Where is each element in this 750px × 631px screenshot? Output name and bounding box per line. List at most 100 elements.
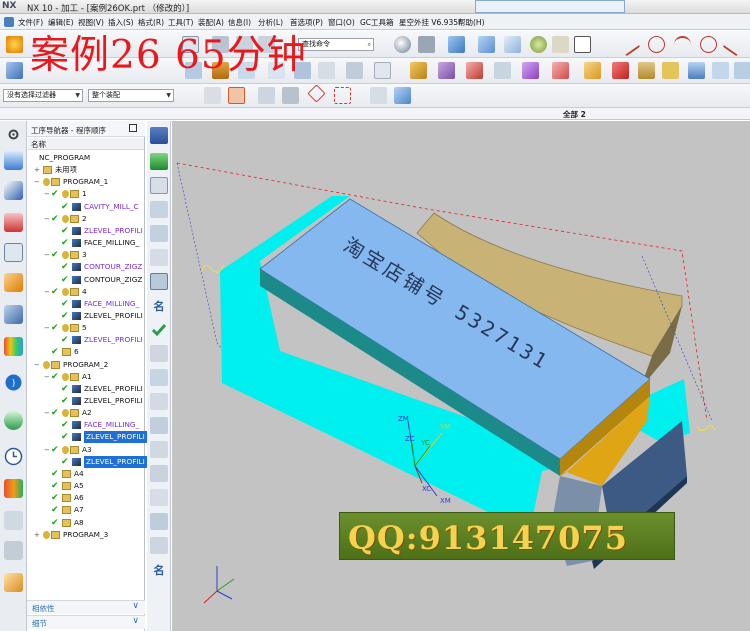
probe-icon[interactable] [150,465,168,482]
properties-icon[interactable] [150,513,168,530]
manufacturing-wizard-icon[interactable] [4,541,23,560]
tree-row[interactable]: ✔ CONTOUR_ZIGZ [28,261,144,273]
info-icon[interactable] [150,537,168,554]
point-snap-icon[interactable] [307,84,326,103]
collapse-icon[interactable]: − [34,359,42,371]
system-materials-icon[interactable] [4,479,23,498]
menu-gc-toolbox[interactable]: GC工具箱 [360,17,394,28]
menu-file[interactable]: 文件(F) [18,17,43,28]
tree-row[interactable]: ✔ A7 [28,504,144,516]
web-browser-icon[interactable]: ) [4,373,23,392]
pin-icon[interactable] [129,124,137,132]
wireframe-view-icon[interactable] [478,36,495,53]
solid-icon[interactable] [612,62,629,79]
spline-icon[interactable] [674,36,691,53]
tree-row[interactable]: − ✔ A1 [28,371,144,383]
rename-alt-icon[interactable]: 名 [150,561,168,578]
collapse-icon[interactable]: − [34,176,42,188]
orient-icon[interactable] [258,87,275,104]
selection-filter-dropdown[interactable]: 没有选择过滤器 ▼ [3,89,83,102]
filter-icon[interactable] [228,87,245,104]
tree-row[interactable]: + 未用项 [28,164,144,176]
tree-row[interactable]: − ✔ 1 [28,188,144,200]
circle-icon[interactable] [700,36,717,53]
tree-row[interactable]: − ✔ 3 [28,249,144,261]
tree-row[interactable]: − ✔ A3 [28,444,144,456]
create-geometry-icon[interactable] [150,177,168,194]
title-search-box[interactable] [475,0,625,13]
tree-row[interactable]: ✔ A8 [28,517,144,529]
create-program-icon[interactable] [6,62,23,79]
tree-row[interactable]: − ✔ 5 [28,322,144,334]
tree-row[interactable]: − PROGRAM_2 [28,359,144,371]
menu-xingkong-plugin[interactable]: 星空外挂 V6.935F [399,17,462,28]
line-icon[interactable] [616,32,641,57]
tree-row[interactable]: ✔ ZLEVEL_PROFILI [28,383,144,395]
menu-window[interactable]: 窗口(O) [328,17,355,28]
point-icon[interactable] [722,32,747,57]
display-mode-icon[interactable] [574,36,591,53]
create-method-icon[interactable] [150,201,168,218]
table-icon[interactable] [712,62,729,79]
tree-row[interactable]: ✔ 6 [28,346,144,358]
tree-row[interactable]: ✔ ZLEVEL_PROFILI [28,310,144,322]
geometry-view-icon[interactable] [438,62,455,79]
operation-navigator-icon[interactable] [4,243,23,262]
eraser-icon[interactable] [370,87,387,104]
box-select-icon[interactable] [334,87,351,104]
settings-icon[interactable] [4,125,23,144]
shaded-view-icon[interactable] [448,36,465,53]
assembly-scope-dropdown[interactable]: 整个装配 ▼ [88,89,174,102]
menu-view[interactable]: 视图(V) [78,17,104,28]
tree-row[interactable]: ✔ ZLEVEL_PROFILI [28,334,144,346]
save-icon[interactable] [638,62,655,79]
tree-row[interactable]: ✔ A6 [28,492,144,504]
menu-tools[interactable]: 工具(T) [168,17,193,28]
reuse-library-icon[interactable] [4,305,23,324]
roles-icon[interactable] [4,573,23,592]
move-icon[interactable] [150,369,168,386]
tree-row[interactable]: ✔ ZLEVEL_PROFILI [28,431,147,444]
column-header-name[interactable]: 名称 [28,138,144,150]
rename-icon[interactable]: 名 [150,297,168,314]
tree-row[interactable]: ✔ FACE_MILLING_ [28,419,144,431]
layer-icon[interactable] [734,62,750,79]
method-view-icon[interactable] [466,62,483,79]
book-icon[interactable] [688,62,705,79]
history-icon[interactable] [4,411,23,430]
tree-view-icon[interactable] [150,345,168,362]
hd3d-tools-icon[interactable] [4,337,23,356]
constraint-navigator-icon[interactable] [4,181,23,200]
shop-doc-icon[interactable] [346,62,363,79]
output-cls-icon[interactable] [374,62,391,79]
tree-row[interactable]: ✔ ZLEVEL_PROFILI [28,455,147,468]
tree-row[interactable]: − ✔ A2 [28,407,144,419]
wcs-icon[interactable] [282,87,299,104]
menu-preferences[interactable]: 首选项(P) [290,17,323,28]
feature-icon[interactable] [584,62,601,79]
process-studio-icon[interactable] [4,511,23,530]
background-icon[interactable] [552,36,569,53]
tree-row[interactable]: NC_PROGRAM [28,152,144,164]
arc-icon[interactable] [648,36,665,53]
menu-assembly[interactable]: 装配(A) [198,17,224,28]
cut-object-icon[interactable] [150,249,168,266]
group-icon[interactable] [662,62,679,79]
program-view-icon[interactable] [522,62,539,79]
transform-icon[interactable] [150,273,168,290]
snap-icon[interactable] [204,87,221,104]
menu-analysis[interactable]: 分析(L) [258,17,283,28]
feature-group-icon[interactable] [150,417,168,434]
details-panel-header[interactable]: 细节 ∨ [27,615,145,629]
app-menu-icon[interactable] [4,17,14,27]
edit-object-icon[interactable] [150,225,168,242]
tree-row[interactable]: + PROGRAM_3 [28,529,144,541]
sphere-icon[interactable] [530,36,547,53]
tree-row[interactable]: ✔ A4 [28,468,144,480]
tree-row[interactable]: − ✔ 4 [28,286,144,298]
part-navigator-icon[interactable] [4,213,23,232]
expand-icon[interactable]: + [34,529,42,541]
tree-row[interactable]: ✔ CAVITY_MILL_C [28,201,144,213]
assign-icon[interactable] [150,441,168,458]
copy-operation-icon[interactable] [150,393,168,410]
